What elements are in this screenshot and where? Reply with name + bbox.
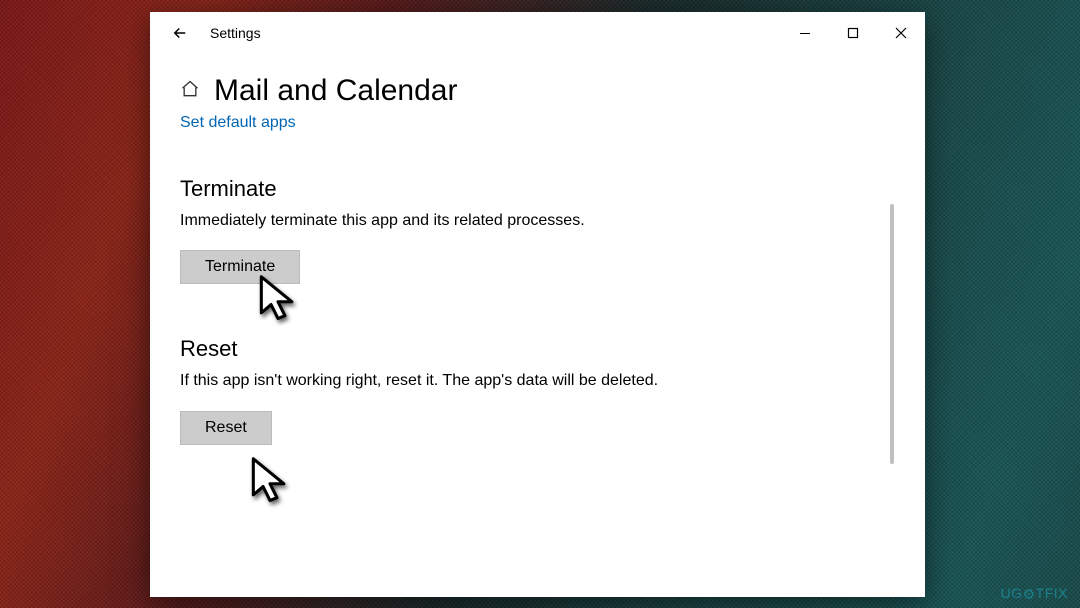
window-title: Settings xyxy=(210,25,261,41)
minimize-button[interactable] xyxy=(781,12,829,54)
content-area: Mail and Calendar Set default apps Termi… xyxy=(150,54,925,597)
terminate-heading: Terminate xyxy=(180,176,859,202)
scrollbar-thumb[interactable] xyxy=(890,204,894,464)
scrollbar[interactable] xyxy=(881,74,895,597)
close-button[interactable] xyxy=(877,12,925,54)
watermark: UG⚙TFIX xyxy=(1001,585,1068,602)
back-arrow-icon xyxy=(171,24,189,42)
main-column: Mail and Calendar Set default apps Termi… xyxy=(180,74,881,497)
terminate-description: Immediately terminate this app and its r… xyxy=(180,210,700,232)
page-title: Mail and Calendar xyxy=(214,74,457,108)
home-icon[interactable] xyxy=(180,79,200,104)
terminate-button[interactable]: Terminate xyxy=(180,250,300,284)
cursor-icon xyxy=(250,456,290,506)
close-icon xyxy=(895,27,907,39)
settings-window: Settings Mail and Calendar Set default a… xyxy=(150,12,925,597)
set-default-apps-link[interactable]: Set default apps xyxy=(180,114,296,132)
reset-section: Reset If this app isn't working right, r… xyxy=(180,336,859,444)
reset-heading: Reset xyxy=(180,336,859,362)
back-button[interactable] xyxy=(158,12,202,54)
maximize-button[interactable] xyxy=(829,12,877,54)
titlebar: Settings xyxy=(150,12,925,54)
minimize-icon xyxy=(799,27,811,39)
maximize-icon xyxy=(847,27,859,39)
page-header: Mail and Calendar xyxy=(180,74,859,108)
titlebar-left: Settings xyxy=(158,12,261,54)
terminate-section: Terminate Immediately terminate this app… xyxy=(180,176,859,284)
reset-button[interactable]: Reset xyxy=(180,411,272,445)
reset-description: If this app isn't working right, reset i… xyxy=(180,370,700,392)
titlebar-controls xyxy=(781,12,925,54)
